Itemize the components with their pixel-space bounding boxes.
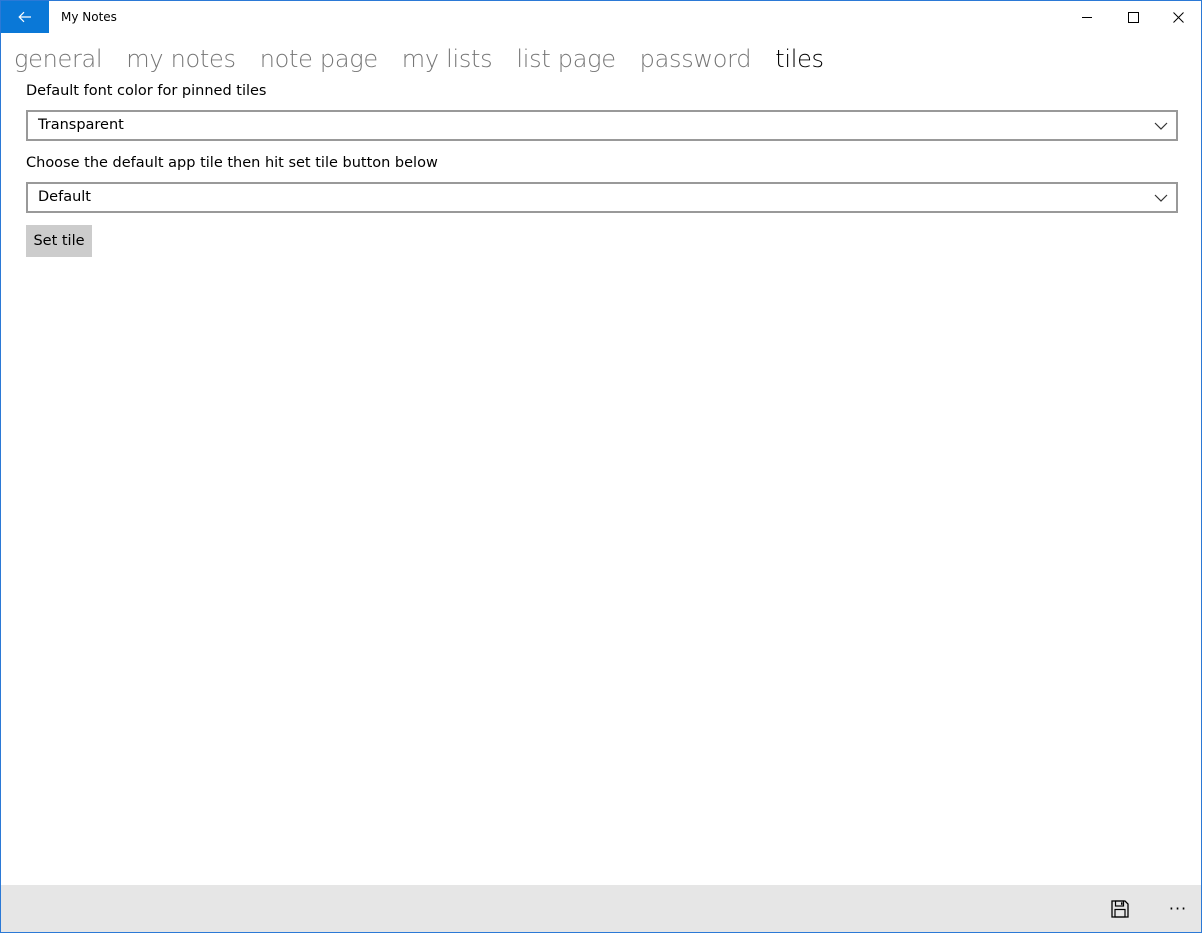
app-window: My Notes general my notes note page my l…: [0, 0, 1202, 933]
save-icon: [1111, 899, 1129, 918]
title-bar: My Notes: [1, 1, 1201, 33]
arrow-left-icon: [18, 11, 31, 23]
save-button[interactable]: [1097, 885, 1143, 932]
tab-password[interactable]: password: [640, 41, 752, 77]
tab-my-lists[interactable]: my lists: [402, 41, 493, 77]
maximize-icon: [1127, 11, 1139, 23]
tab-my-notes[interactable]: my notes: [126, 41, 236, 77]
close-icon: [1172, 11, 1184, 23]
font-color-dropdown[interactable]: Transparent: [26, 110, 1178, 141]
chevron-down-icon: [1154, 194, 1168, 202]
more-icon: ···: [1168, 898, 1188, 918]
more-button[interactable]: ···: [1155, 885, 1201, 932]
set-tile-button[interactable]: Set tile: [26, 225, 92, 257]
app-tile-label: Choose the default app tile then hit set…: [26, 155, 438, 171]
app-tile-dropdown[interactable]: Default: [26, 182, 1178, 213]
minimize-icon: [1081, 16, 1092, 18]
tab-general[interactable]: general: [14, 41, 103, 77]
tab-note-page[interactable]: note page: [260, 41, 378, 77]
maximize-button[interactable]: [1110, 1, 1156, 33]
tab-list-page[interactable]: list page: [516, 41, 616, 77]
pivot-header: general my notes note page my lists list…: [14, 41, 848, 81]
bottom-app-bar: ···: [1, 885, 1201, 932]
back-button[interactable]: [1, 1, 49, 33]
tab-tiles[interactable]: tiles: [775, 41, 824, 77]
chevron-down-icon: [1154, 122, 1168, 130]
close-button[interactable]: [1155, 1, 1201, 33]
font-color-label: Default font color for pinned tiles: [26, 83, 267, 99]
app-title: My Notes: [61, 10, 117, 24]
font-color-value: Transparent: [38, 117, 124, 133]
app-tile-value: Default: [38, 189, 91, 205]
minimize-button[interactable]: [1064, 1, 1110, 33]
